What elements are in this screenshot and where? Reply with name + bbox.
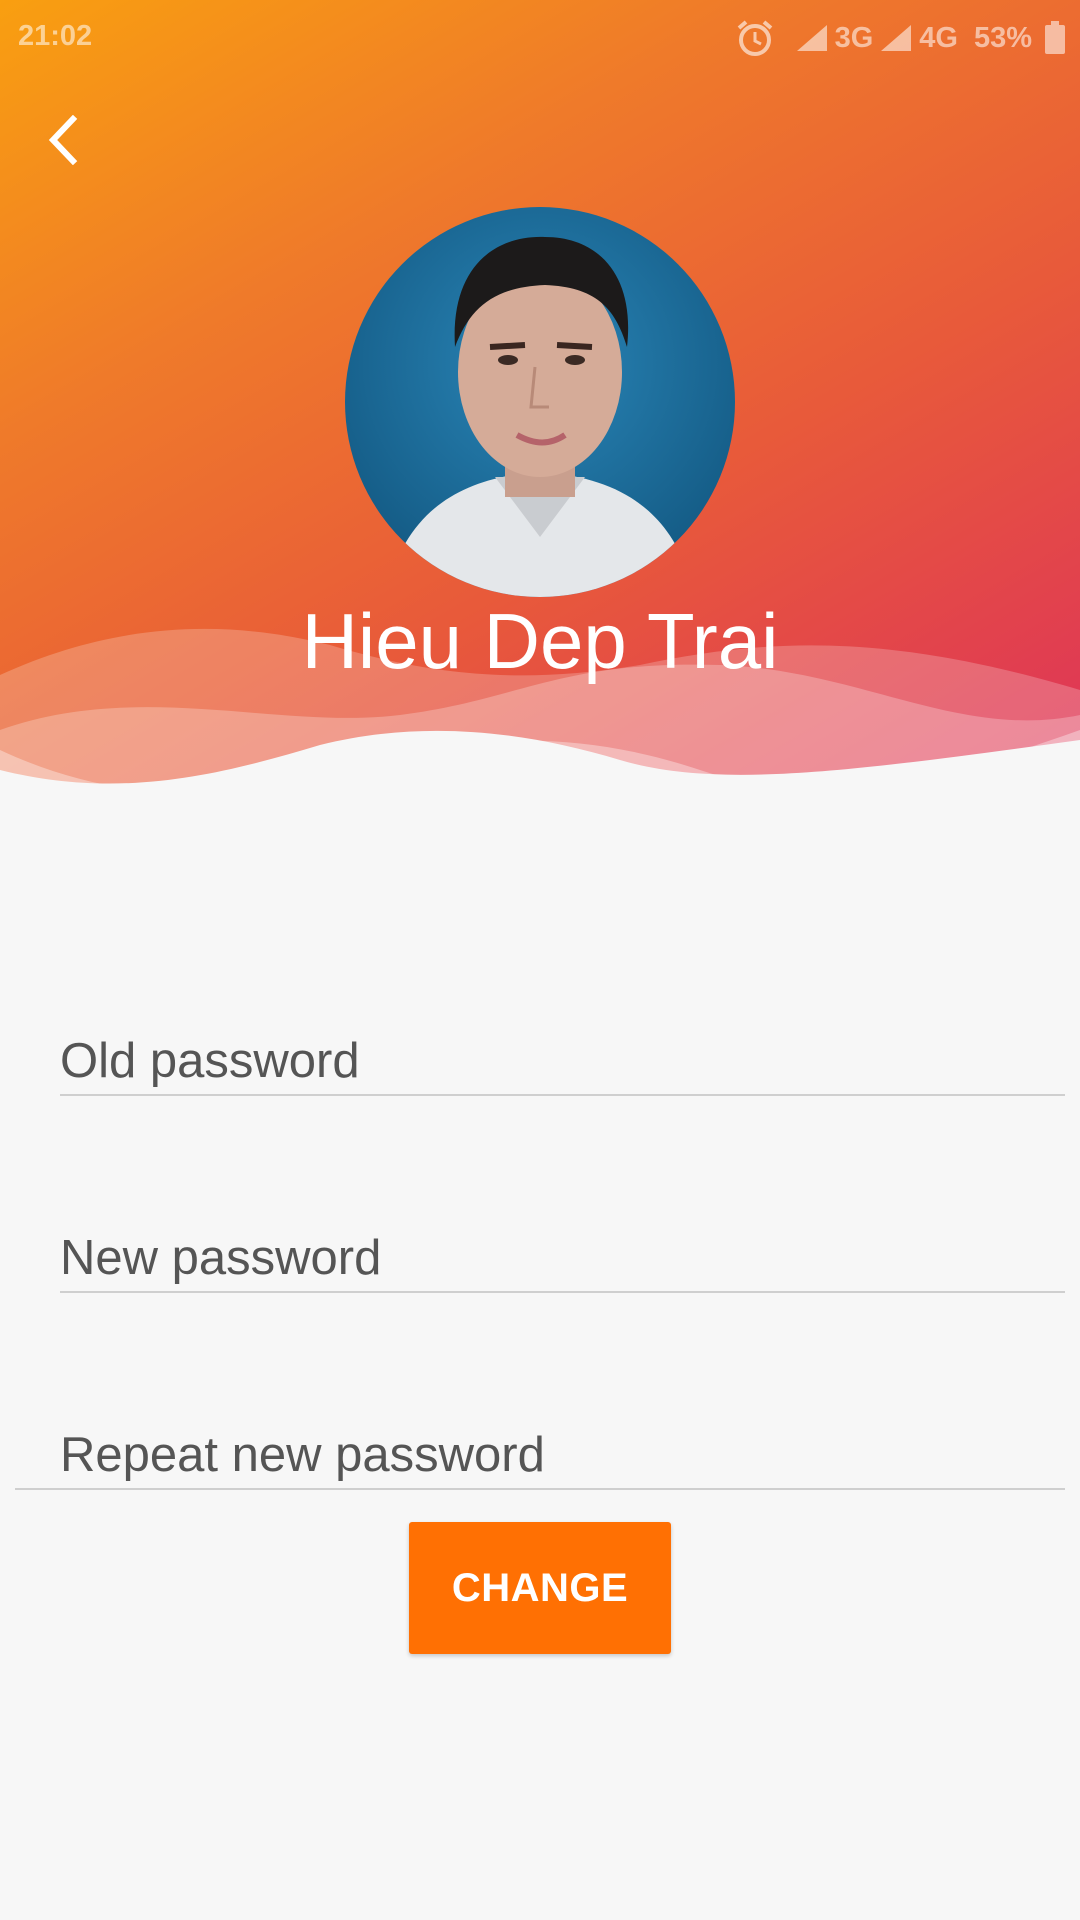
old-password-field[interactable] <box>60 1022 1065 1102</box>
repeat-password-field[interactable] <box>60 1416 1065 1496</box>
new-password-input[interactable] <box>60 1223 1065 1293</box>
status-bar: 21:02 3G 4G 53% <box>0 0 1080 74</box>
network-4g-label: 4G <box>919 21 958 54</box>
change-password-button[interactable]: CHANGE <box>409 1522 671 1654</box>
signal-icon <box>796 25 827 51</box>
repeat-password-underline <box>15 1488 1065 1490</box>
old-password-input[interactable] <box>60 1026 1065 1096</box>
new-password-underline <box>60 1291 1065 1293</box>
avatar-photo <box>345 207 735 597</box>
status-icons: 3G 4G 53% <box>735 18 1066 58</box>
new-password-field[interactable] <box>60 1219 1065 1299</box>
status-time: 21:02 <box>18 20 93 52</box>
old-password-underline <box>60 1094 1065 1096</box>
network-3g-label: 3G <box>834 21 874 54</box>
profile-name: Hieu Dep Trai <box>301 597 779 685</box>
chevron-left-icon <box>48 115 78 165</box>
battery-percent: 53% <box>973 21 1032 54</box>
avatar[interactable] <box>345 207 735 597</box>
signal-icon <box>881 25 912 51</box>
alarm-icon <box>737 20 772 56</box>
battery-icon <box>1045 21 1065 54</box>
repeat-password-input[interactable] <box>60 1420 1065 1490</box>
back-button[interactable] <box>38 108 86 172</box>
